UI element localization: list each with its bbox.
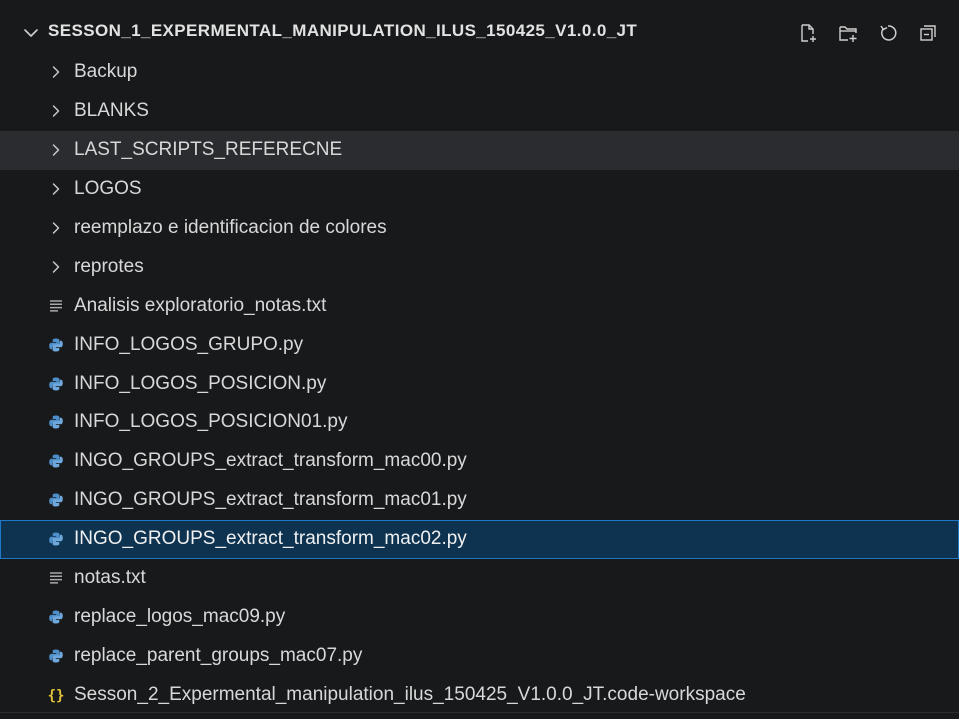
explorer-header[interactable]: SESSON_1_EXPERMENTAL_MANIPULATION_ILUS_1… [0,8,959,58]
divider [0,712,959,713]
tree-item-label: INGO_GROUPS_extract_transform_mac02.py [74,528,467,550]
python-file-icon [46,490,66,510]
workspace-braces-icon: {} [46,685,66,705]
tree-item-label: Analisis exploratorio_notas.txt [74,294,327,316]
folder-item-reemplazo-e-identificacion-de-colores[interactable]: reemplazo e identificacion de colores [0,209,959,248]
text-file-icon [46,296,66,316]
python-file-icon [46,412,66,432]
file-item-replace-logos-mac09-py[interactable]: replace_logos_mac09.py [0,597,959,636]
file-item-sesson-2-expermental-manipulation-ilus-150425-v1-0-0-jt-code-workspace[interactable]: {} Sesson_2_Expermental_manipulation_ilu… [0,675,959,714]
folder-item-blanks[interactable]: BLANKS [0,92,959,131]
new-file-icon[interactable] [795,20,821,46]
tree-item-label: INGO_GROUPS_extract_transform_mac00.py [74,450,467,472]
tree-item-label: Sesson_2_Expermental_manipulation_ilus_1… [74,683,746,705]
text-file-icon [46,568,66,588]
tree-item-label: INGO_GROUPS_extract_transform_mac01.py [74,489,467,511]
chevron-down-icon[interactable] [22,24,40,42]
folder-item-logos[interactable]: LOGOS [0,170,959,209]
python-file-icon [46,374,66,394]
explorer-actions [795,20,941,46]
chevron-right-icon [46,218,66,238]
file-item-analisis-exploratorio-notas-txt[interactable]: Analisis exploratorio_notas.txt [0,286,959,325]
file-item-ingo-groups-extract-transform-mac00-py[interactable]: INGO_GROUPS_extract_transform_mac00.py [0,442,959,481]
file-item-info-logos-posicion-py[interactable]: INFO_LOGOS_POSICION.py [0,364,959,403]
file-item-info-logos-grupo-py[interactable]: INFO_LOGOS_GRUPO.py [0,325,959,364]
file-item-notas-txt[interactable]: notas.txt [0,559,959,598]
python-file-icon [46,451,66,471]
python-file-icon [46,335,66,355]
new-folder-icon[interactable] [835,20,861,46]
folder-item-reprotes[interactable]: reprotes [0,247,959,286]
file-item-info-logos-posicion01-py[interactable]: INFO_LOGOS_POSICION01.py [0,403,959,442]
file-explorer: SESSON_1_EXPERMENTAL_MANIPULATION_ILUS_1… [0,0,959,719]
collapse-all-icon[interactable] [915,20,941,46]
svg-text:{}: {} [48,688,65,704]
refresh-icon[interactable] [875,20,901,46]
tree-item-label: notas.txt [74,567,146,589]
folder-item-last-scripts-referecne[interactable]: LAST_SCRIPTS_REFERECNE [0,130,959,170]
chevron-right-icon [46,179,66,199]
tree-item-label: reemplazo e identificacion de colores [74,217,387,238]
tree-item-label: BLANKS [74,100,149,122]
tree-item-label: LOGOS [74,178,142,200]
file-item-ingo-groups-extract-transform-mac02-py[interactable]: INGO_GROUPS_extract_transform_mac02.py [0,519,959,559]
tree-item-label: INFO_LOGOS_POSICION.py [74,372,327,394]
tree-item-label: reprotes [74,255,144,277]
tree-item-label: replace_parent_groups_mac07.py [74,644,363,666]
chevron-right-icon [46,101,66,121]
file-item-ingo-groups-extract-transform-mac01-py[interactable]: INGO_GROUPS_extract_transform_mac01.py [0,481,959,520]
chevron-right-icon [46,257,66,277]
python-file-icon [46,646,66,666]
tree-item-label: Backup [74,61,138,83]
folder-item-backup[interactable]: Backup [0,53,959,92]
file-item-replace-parent-groups-mac07-py[interactable]: replace_parent_groups_mac07.py [0,636,959,675]
tree-item-label: INFO_LOGOS_GRUPO.py [74,333,304,355]
chevron-right-icon [46,62,66,82]
chevron-right-icon [46,140,66,160]
file-tree: Backup BLANKS LAST_SCRIPTS_REFERECNE LOG… [0,53,959,714]
tree-item-label: LAST_SCRIPTS_REFERECNE [74,139,343,161]
tree-item-label: replace_logos_mac09.py [74,605,286,627]
tree-item-label: INFO_LOGOS_POSICION01.py [74,411,348,433]
python-file-icon [46,607,66,627]
workspace-folder-title[interactable]: SESSON_1_EXPERMENTAL_MANIPULATION_ILUS_1… [48,21,637,41]
python-file-icon [46,529,66,549]
